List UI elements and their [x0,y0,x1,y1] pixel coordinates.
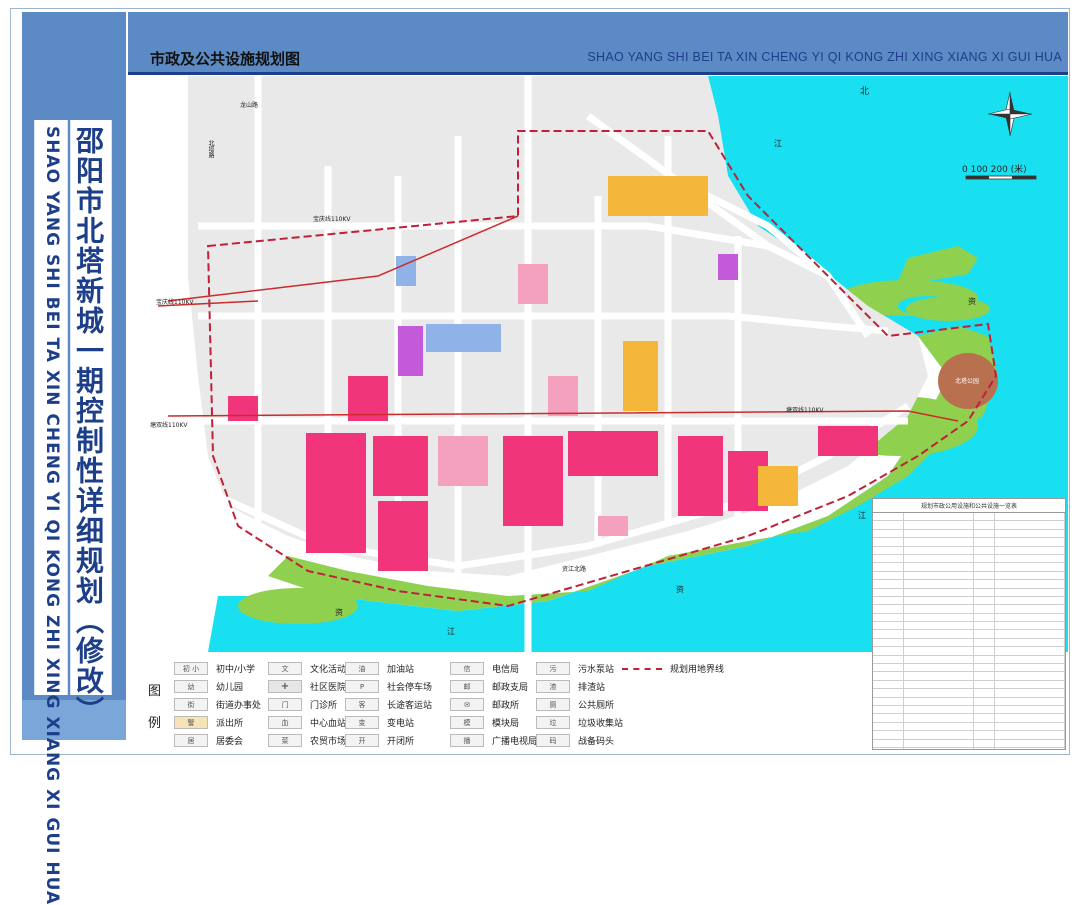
legend-item-telecom: 信电信局 [450,662,519,675]
legend-item-wharf: 码战备码头 [536,734,614,747]
legend-item-clinic: 门门诊所 [268,698,337,711]
legend-item-market: 菜农贸市场 [268,734,346,747]
legend-item-boundary: 规划用地界线 [622,662,724,675]
map-title-pinyin: SHAO YANG SHI BEI TA XIN CHENG YI QI KON… [587,50,1062,64]
legend-item-residents-committee: 居居委会 [174,734,243,747]
legend-item-subdistrict-office: 街街道办事处 [174,698,261,711]
sidebar-title: 邵阳市北塔新城一期控制性详细规划（修改） [72,126,105,726]
road-label-zijiang: 资江北路 [562,566,587,573]
header-rule [128,72,1068,75]
map-title: 市政及公共设施规划图 [150,50,301,68]
legend-item-gas-station: 油加油站 [345,662,414,675]
legend-item-kindergarten: 幼幼儿园 [174,680,243,693]
sidebar-top-band [22,12,126,120]
river-label-zi-1: 资 [968,297,976,306]
scale-bar [965,175,1037,180]
legend-item-school: 初 小初中/小学 [174,662,255,675]
legend-item-post-branch: 邮邮政支局 [450,680,528,693]
legend-item-garbage-station: 垃垃圾收集站 [536,716,623,729]
legend-item-slag-station: 渣排渣站 [536,680,605,693]
island-5 [238,588,358,624]
facility-table: 规划市政公用设施和公共设施一览表 [872,498,1066,750]
legend-item-substation: 变变电站 [345,716,414,729]
power-line-label-1: 宝庆线110KV [156,299,194,306]
legend-item-parking: P 社会停车场 [345,680,432,693]
legend-item-blood-station: 血中心血站 [268,716,346,729]
legend-item-broadcast-bureau: 播广播电视局 [450,734,537,747]
scale-label: 0 100 200 (米) [962,165,1027,175]
legend-item-module-bureau: 模模块局 [450,716,519,729]
legend-item-bus-station: 客长途客运站 [345,698,432,711]
legend-item-community-hospital: + 社区医院 [268,680,346,693]
north-label: 北 [860,87,870,97]
river-label-zi-2: 资 [676,585,684,594]
legend-title-2: 例 [148,716,162,731]
legend-item-sewage-pump: 污污水泵站 [536,662,614,675]
river-label-jiang-3: 江 [447,627,455,636]
road-label-longshan: 龙山路 [240,102,259,109]
power-line-label-3: 塘双线110KV [150,422,188,429]
legend-item-police-station: 警派出所 [174,716,243,729]
legend-title-1: 图 [148,684,162,699]
park-label: 北塔公园 [955,378,980,385]
river-label-jiang-1: 江 [774,139,782,148]
island-2 [906,297,990,321]
facility-table-title: 规划市政公用设施和公共设施一览表 [873,499,1065,513]
power-line-label-2: 宝庆线110KV [313,216,351,223]
road-label-beita: 北塔路 [207,140,214,158]
legend-item-switch-station: 开开闭所 [345,734,414,747]
power-line-label-4: 塘双线110KV [786,407,824,414]
river-label-zi-3: 资 [335,608,343,617]
sidebar-title-pinyin: SHAO YANG SHI BEI TA XIN CHENG YI QI KON… [42,126,62,905]
legend-item-public-toilet: 厕公共厕所 [536,698,614,711]
legend-item-post-office: ✉ 邮政所 [450,698,519,711]
river-label-jiang-2: 江 [858,511,866,520]
